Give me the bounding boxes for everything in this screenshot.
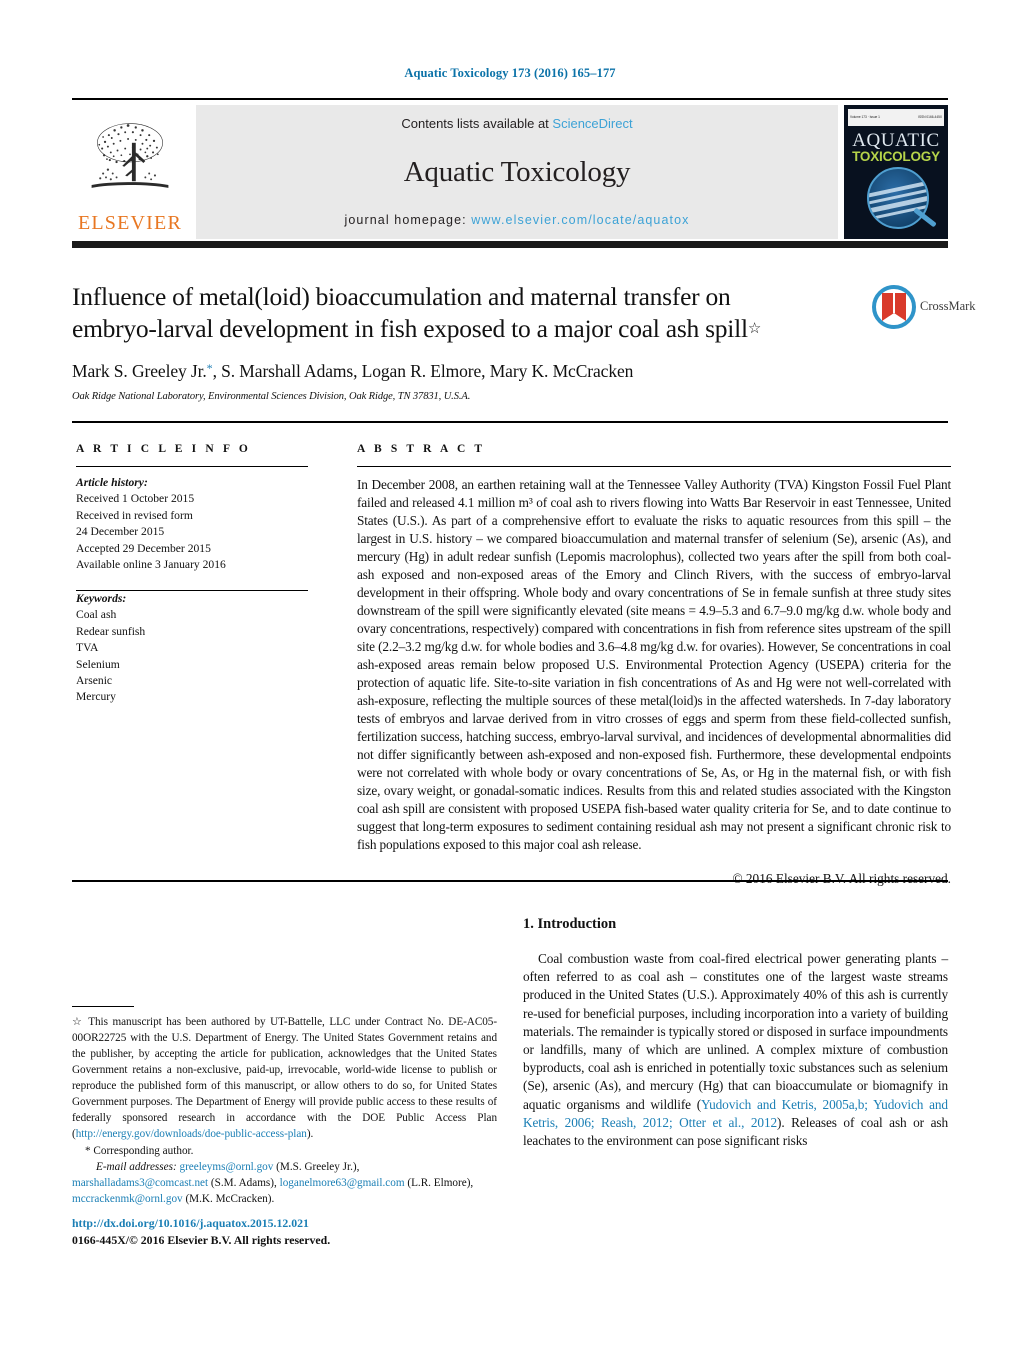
abstract-rule — [357, 466, 951, 467]
article-history-label: Article history: — [76, 476, 148, 489]
cover-title-line2: TOXICOLOGY — [852, 149, 940, 164]
cover-topbar: Volume 173 · Issue 1 ISSN 0166-445X — [848, 109, 944, 126]
history-item: 24 December 2015 — [76, 525, 165, 539]
journal-cover-thumbnail: Volume 173 · Issue 1 ISSN 0166-445X AQUA… — [844, 105, 948, 239]
homepage-url-link[interactable]: www.elsevier.com/locate/aquatox — [471, 213, 689, 227]
keyword-item: Arsenic — [76, 673, 113, 687]
abstract-section-top-rule — [72, 421, 948, 423]
title-line-1: Influence of metal(loid) bioaccumulation… — [72, 282, 731, 311]
article-info-column: A R T I C L E I N F O Article history: R… — [76, 443, 308, 706]
magnifier-icon — [867, 167, 929, 229]
running-head: Aquatic Toxicology 173 (2016) 165–177 — [404, 66, 616, 80]
article-info-rule — [76, 466, 308, 467]
keyword-item: Mercury — [76, 690, 116, 704]
intro-text-part1: Coal combustion waste from coal-fired el… — [523, 951, 948, 1112]
email-link-adams[interactable]: marshalladams3@comcast.net — [72, 1177, 208, 1189]
footnote-text-part1: This manuscript has been authored by UT-… — [72, 1016, 498, 1141]
paper-page: Aquatic Toxicology 173 (2016) 165–177 EL… — [0, 0, 1020, 1351]
email-link-greeley[interactable]: greeleyms@ornl.gov — [179, 1161, 273, 1173]
masthead-top-rule — [72, 98, 948, 100]
abstract-text: In December 2008, an earthen retaining w… — [357, 477, 951, 853]
email-addresses-label: E-mail addresses: — [96, 1161, 177, 1174]
journal-masthead: ELSEVIER Contents lists available at Sci… — [72, 98, 948, 248]
abstract-heading: A B S T R A C T — [357, 443, 486, 455]
introduction-column: 1. Introduction Coal combustion waste fr… — [523, 916, 948, 1150]
journal-homepage-line: journal homepage: www.elsevier.com/locat… — [196, 213, 838, 227]
journal-name: Aquatic Toxicology — [403, 155, 631, 188]
keywords-block: Keywords: Coal ash Redear sunfish TVA Se… — [76, 591, 308, 706]
history-item: Available online 3 January 2016 — [76, 558, 226, 572]
corresponding-author-block: * Corresponding author. E-mail addresses… — [72, 1143, 497, 1207]
elsevier-tree-icon — [91, 123, 169, 188]
doi-link[interactable]: http://dx.doi.org/10.1016/j.aquatox.2015… — [72, 1215, 502, 1232]
footnote-text-part2: ). — [306, 1128, 314, 1141]
introduction-heading: 1. Introduction — [523, 916, 617, 932]
history-item: Received in revised form — [76, 508, 193, 522]
crossmark-icon[interactable] — [872, 283, 916, 332]
article-history-block: Article history: Received 1 October 2015… — [76, 475, 308, 574]
keywords-label: Keywords: — [76, 591, 127, 605]
email-owner-greeley: (M.S. Greeley Jr.), — [273, 1161, 360, 1174]
issn-copyright-line: 0166-445X/© 2016 Elsevier B.V. All right… — [72, 1232, 331, 1247]
keyword-item: Redear sunfish — [76, 624, 146, 638]
corresponding-label: Corresponding author. — [90, 1145, 194, 1158]
title-footnote-marker[interactable]: ☆ — [748, 321, 761, 337]
article-info-heading: A R T I C L E I N F O — [76, 443, 251, 455]
crossmark-label: CrossMark — [920, 299, 976, 313]
email-addresses-line: E-mail addresses: greeleyms@ornl.gov (M.… — [72, 1159, 497, 1207]
cover-header-right: ISSN 0166-445X — [918, 114, 942, 119]
email-link-mccracken[interactable]: mccrackenmk@ornl.gov — [72, 1193, 183, 1205]
homepage-label: journal homepage: — [344, 213, 467, 227]
page-title: Influence of metal(loid) bioaccumulation… — [72, 281, 862, 346]
doe-public-access-link[interactable]: http://energy.gov/downloads/doe-public-a… — [76, 1128, 307, 1140]
contents-prefix: Contents lists available at — [401, 116, 553, 131]
doi-block: http://dx.doi.org/10.1016/j.aquatox.2015… — [72, 1215, 502, 1249]
affiliation: Oak Ridge National Laboratory, Environme… — [72, 390, 471, 402]
elsevier-wordmark: ELSEVIER — [77, 212, 183, 234]
elsevier-logo: ELSEVIER — [72, 105, 188, 239]
journal-band: Contents lists available at ScienceDirec… — [196, 105, 838, 239]
email-owner-elmore: (L.R. Elmore), — [404, 1177, 474, 1190]
funding-footnote: ☆ This manuscript has been authored by U… — [72, 1014, 497, 1142]
keyword-item: TVA — [76, 641, 99, 655]
history-item: Accepted 29 December 2015 — [76, 541, 211, 555]
title-block: Influence of metal(loid) bioaccumulation… — [72, 281, 862, 402]
title-line-2: embryo-larval development in fish expose… — [72, 314, 748, 344]
footnote-marker: ☆ — [72, 1016, 84, 1028]
author-first: Mark S. Greeley Jr. — [72, 360, 207, 381]
keyword-item: Selenium — [76, 657, 120, 671]
abstract-column: A B S T R A C T In December 2008, an ear… — [357, 443, 951, 887]
keyword-item: Coal ash — [76, 608, 117, 622]
author-rest: , S. Marshall Adams, Logan R. Elmore, Ma… — [212, 360, 634, 381]
corresponding-author-line: * Corresponding author. — [72, 1143, 497, 1159]
footnote-column: ☆ This manuscript has been authored by U… — [72, 1006, 497, 1207]
author-list: Mark S. Greeley Jr.*, S. Marshall Adams,… — [72, 361, 862, 382]
crossmark-badge-group[interactable]: CrossMark — [872, 283, 976, 335]
masthead-bottom-rule — [72, 241, 948, 248]
introduction-paragraph: Coal combustion waste from coal-fired el… — [523, 950, 948, 1150]
body-section-top-rule — [72, 880, 948, 882]
history-item: Received 1 October 2015 — [76, 492, 195, 506]
email-owner-mccracken: (M.K. McCracken). — [182, 1193, 275, 1206]
footnote-separator-rule — [72, 1006, 134, 1007]
email-link-elmore[interactable]: loganelmore63@gmail.com — [280, 1177, 405, 1189]
sciencedirect-link[interactable]: ScienceDirect — [552, 116, 632, 131]
cover-header-left: Volume 173 · Issue 1 — [850, 114, 880, 119]
email-owner-adams: (S.M. Adams), — [208, 1177, 277, 1190]
contents-line: Contents lists available at ScienceDirec… — [196, 116, 838, 131]
